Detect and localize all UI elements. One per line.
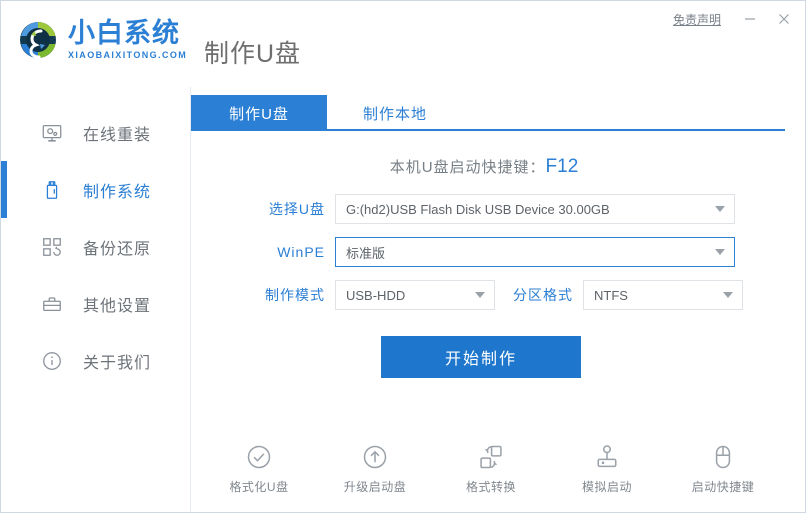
- chevron-down-icon: [715, 249, 725, 255]
- chevron-down-icon: [723, 292, 733, 298]
- start-make-label: 开始制作: [444, 351, 517, 368]
- tab-make-usb[interactable]: 制作U盘: [191, 95, 327, 131]
- sidebar-item-other-settings[interactable]: 其他设置: [1, 275, 190, 332]
- make-mode-value: USB-HDD: [346, 287, 406, 303]
- start-make-button[interactable]: 开始制作: [381, 336, 581, 378]
- window-controls: 免责声明: [673, 6, 799, 32]
- sidebar-item-label: 其他设置: [83, 297, 152, 315]
- info-circle-icon: [39, 348, 65, 374]
- tab-make-local[interactable]: 制作本地: [327, 95, 463, 131]
- brand-logo: 小白系统 XIAOBAIXITONG.COM: [17, 19, 187, 61]
- tool-boot-hotkey[interactable]: 启动快捷键: [684, 442, 762, 495]
- disclaimer-link[interactable]: 免责声明: [673, 11, 721, 28]
- tab-bar: 制作U盘 制作本地: [191, 95, 805, 131]
- tool-label: 模拟启动: [581, 480, 632, 494]
- joystick-icon: [592, 442, 622, 472]
- select-usb-label: 选择U盘: [268, 201, 325, 217]
- sidebar-item-label: 关于我们: [83, 354, 152, 372]
- tool-label: 启动快捷键: [691, 480, 755, 494]
- brand-name-cn: 小白系统: [68, 18, 180, 48]
- chevron-down-icon: [715, 206, 725, 212]
- tool-upgrade-boot-disk[interactable]: 升级启动盘: [336, 442, 414, 495]
- tool-label: 升级启动盘: [343, 480, 407, 494]
- boot-hotkey-label: 本机U盘启动快捷键：: [389, 159, 546, 176]
- sidebar-item-about-us[interactable]: 关于我们: [1, 332, 190, 389]
- winpe-value: 标准版: [346, 245, 386, 261]
- bottom-toolbar: 格式化U盘 升级启动盘 格式转换 模拟启动 启动快捷键: [191, 442, 805, 495]
- tool-label: 格式转换: [465, 480, 516, 494]
- arrow-up-circle-icon: [360, 442, 390, 472]
- minimize-icon: [745, 18, 755, 20]
- winpe-label: WinPE: [277, 244, 325, 260]
- sidebar: 在线重装 制作系统 备份还原 其他设置 关于我们: [1, 87, 191, 512]
- partition-format-value: NTFS: [594, 287, 628, 303]
- sidebar-item-make-system[interactable]: 制作系统: [1, 161, 190, 218]
- page-title: 制作U盘: [204, 40, 302, 68]
- tool-label: 格式化U盘: [229, 480, 289, 494]
- partition-format-dropdown[interactable]: NTFS: [583, 280, 743, 310]
- form-row-mode-format: 制作模式 USB-HDD 分区格式 NTFS: [249, 280, 805, 310]
- app-window: 小白系统 XIAOBAIXITONG.COM 制作U盘 免责声明 在线重装 制作…: [0, 0, 806, 513]
- main-content: 制作U盘 制作本地 本机U盘启动快捷键：F12 选择U盘 G:(hd2)USB …: [191, 87, 805, 512]
- tab-label: 制作U盘: [229, 105, 289, 123]
- settings-form: 选择U盘 G:(hd2)USB Flash Disk USB Device 30…: [191, 194, 805, 310]
- make-mode-dropdown[interactable]: USB-HDD: [335, 280, 495, 310]
- select-usb-value: G:(hd2)USB Flash Disk USB Device 30.00GB: [346, 201, 610, 217]
- blocks-sync-icon: [39, 234, 65, 260]
- sidebar-item-label: 制作系统: [83, 183, 152, 201]
- boot-hotkey-text: 本机U盘启动快捷键：F12: [191, 156, 805, 178]
- recycle-circle-logo: [17, 19, 59, 61]
- boot-hotkey-key: F12: [545, 156, 579, 177]
- close-icon: [779, 14, 789, 24]
- monitor-icon: [39, 120, 65, 146]
- sidebar-item-backup-restore[interactable]: 备份还原: [1, 218, 190, 275]
- tool-format-convert[interactable]: 格式转换: [452, 442, 530, 495]
- make-mode-label: 制作模式: [265, 287, 325, 303]
- toolbox-icon: [39, 291, 65, 317]
- mouse-icon: [708, 442, 738, 472]
- sidebar-item-online-reinstall[interactable]: 在线重装: [1, 104, 190, 161]
- chevron-down-icon: [475, 292, 485, 298]
- brand-name-en: XIAOBAIXITONG.COM: [68, 50, 188, 60]
- close-button[interactable]: [769, 6, 799, 32]
- form-row-winpe: WinPE 标准版: [249, 237, 805, 267]
- form-row-select-usb: 选择U盘 G:(hd2)USB Flash Disk USB Device 30…: [249, 194, 805, 224]
- tool-simulate-boot[interactable]: 模拟启动: [568, 442, 646, 495]
- partition-format-label: 分区格式: [513, 287, 573, 303]
- usb-drive-icon: [39, 177, 65, 203]
- tab-label: 制作本地: [362, 105, 427, 123]
- minimize-button[interactable]: [735, 6, 765, 32]
- winpe-dropdown[interactable]: 标准版: [335, 237, 735, 267]
- convert-squares-icon: [476, 442, 506, 472]
- title-bar: 小白系统 XIAOBAIXITONG.COM 制作U盘 免责声明: [1, 1, 805, 87]
- sidebar-item-label: 在线重装: [83, 126, 152, 144]
- tool-format-usb[interactable]: 格式化U盘: [220, 442, 298, 495]
- select-usb-dropdown[interactable]: G:(hd2)USB Flash Disk USB Device 30.00GB: [335, 194, 735, 224]
- sidebar-item-label: 备份还原: [83, 240, 152, 258]
- check-circle-icon: [244, 442, 274, 472]
